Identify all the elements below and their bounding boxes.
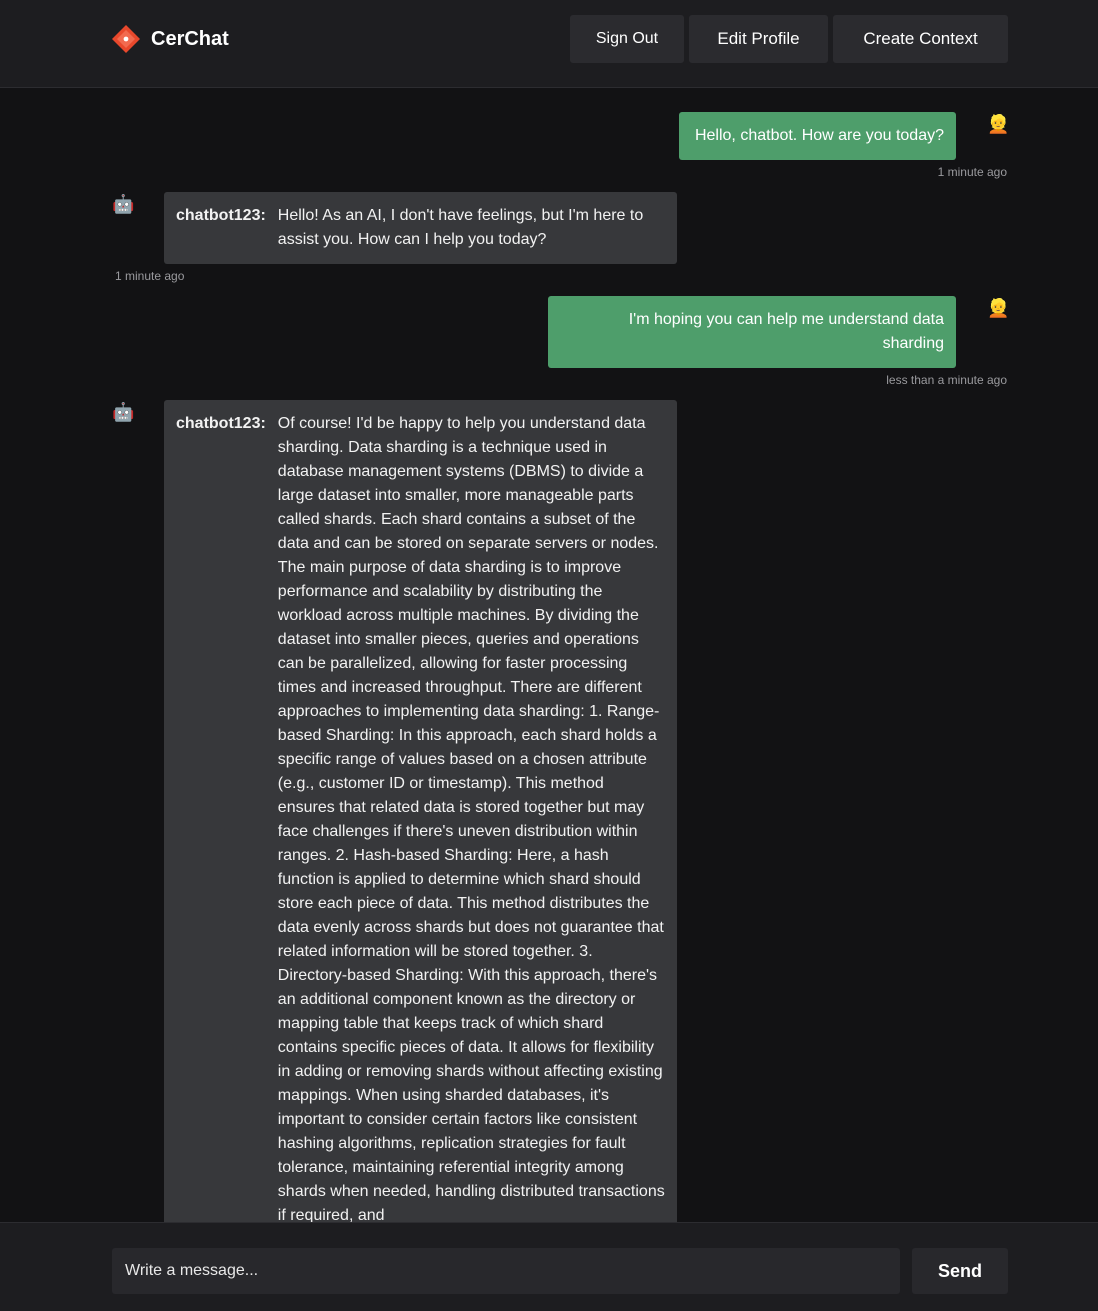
diamond-logo-icon — [112, 25, 140, 53]
edit-profile-button[interactable]: Edit Profile — [689, 15, 828, 63]
brand[interactable]: CerChat — [111, 24, 229, 54]
message-timestamp: less than a minute ago — [886, 373, 1007, 387]
user-avatar-icon: 👱 — [987, 114, 1010, 134]
user-avatar-icon: 👱 — [987, 298, 1010, 318]
user-message: Hello, chatbot. How are you today? — [679, 112, 956, 160]
sign-out-button[interactable]: Sign Out — [570, 15, 684, 63]
user-message-bubble: Hello, chatbot. How are you today? — [679, 112, 956, 160]
message-timestamp: 1 minute ago — [937, 165, 1007, 179]
bot-message-bubble: chatbot123: Of course! I'd be happy to h… — [164, 400, 677, 1222]
create-context-button[interactable]: Create Context — [833, 15, 1008, 63]
message-input[interactable] — [112, 1248, 900, 1294]
user-message-bubble: I'm hoping you can help me understand da… — [548, 296, 956, 368]
message-composer: Send — [0, 1222, 1098, 1311]
bot-name: chatbot123: — [176, 207, 266, 224]
app-name: CerChat — [151, 27, 229, 50]
bot-message-bubble: chatbot123: Hello! As an AI, I don't hav… — [164, 192, 677, 264]
user-message: I'm hoping you can help me understand da… — [548, 296, 956, 368]
send-button[interactable]: Send — [912, 1248, 1008, 1294]
message-list[interactable]: Hello, chatbot. How are you today? 👱 1 m… — [0, 89, 1098, 1222]
header-nav: Sign Out Edit Profile Create Context — [570, 15, 1008, 63]
bot-avatar-icon: 🤖 — [112, 402, 135, 422]
bot-name: chatbot123: — [176, 415, 266, 432]
app-header: CerChat Sign Out Edit Profile Create Con… — [0, 0, 1098, 88]
bot-message-text: Of course! I'd be happy to help you unde… — [277, 415, 665, 1222]
message-timestamp: 1 minute ago — [115, 269, 185, 283]
bot-message-text: Hello! As an AI, I don't have feelings, … — [277, 207, 644, 248]
bot-avatar-icon: 🤖 — [112, 194, 135, 214]
